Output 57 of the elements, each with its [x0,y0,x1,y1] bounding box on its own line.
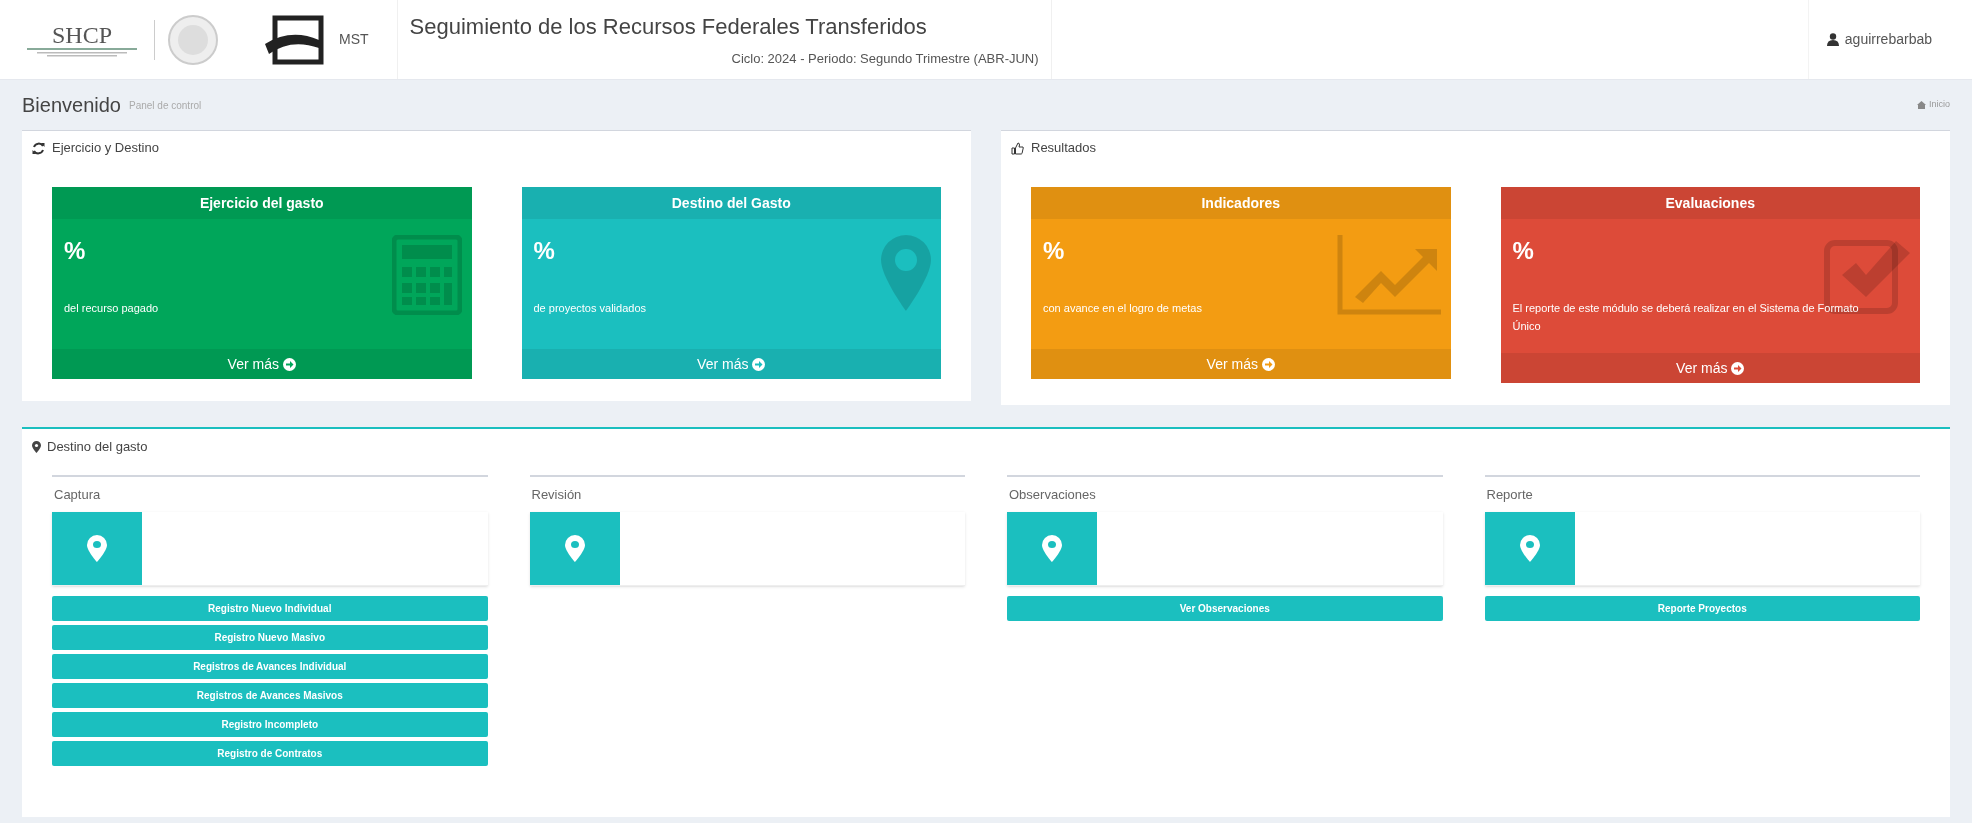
card-value: % [1043,236,1066,266]
home-icon [1917,101,1926,109]
card-value: % [1512,236,1535,266]
refresh-icon [32,141,45,155]
action-button[interactable]: Registros de Avances Masivos [52,683,488,708]
map-marker-icon [1519,535,1540,562]
card-header: Indicadores [1031,187,1451,219]
seal-icon [167,13,219,66]
column-title: Observaciones [1008,485,1097,504]
arrow-circle-icon [1731,361,1745,375]
brand-text: MST [339,30,369,49]
card-description: El reporte de este módulo se deberá realizar en el Sistema de Formato Único [1512,301,1860,334]
action-button[interactable]: Reporte Proyectos [1484,596,1920,621]
page-subtitle: Panel de control [128,98,202,113]
panel-title: Destino del gasto [47,438,148,456]
cycle-period-text: Ciclo: 2024 - Periodo: Segundo Trimestre (ABR-JUN) [731,50,1039,69]
arrow-circle-icon [1261,357,1275,371]
logo-stripe-icon [27,46,137,57]
user-icon [1826,33,1839,46]
card-description: de proyectos validados [533,301,647,316]
more-link[interactable]: Ver más [1031,349,1451,379]
app-title: Seguimiento de los Recursos Federales Transferidos [409,13,927,42]
card-value: % [64,236,87,266]
column-title: Captura [53,485,102,504]
breadcrumb-link[interactable]: Inicio [1917,98,1950,112]
map-marker-icon [564,535,585,562]
column-title: Revisión [530,485,583,504]
column-title: Reporte [1485,485,1534,504]
logo-text: SHCP [51,22,112,47]
card-description: del recurso pagado [64,301,160,316]
card-value: % [533,236,556,266]
calculator-icon [391,235,462,315]
card-header: Ejercicio del gasto [52,187,472,219]
card-description: con avance en el logro de metas [1043,301,1203,316]
action-button[interactable]: Registro Nuevo Masivo [52,625,488,650]
panel-title: Resultados [1031,139,1097,158]
user-menu-link[interactable]: aguirrebarbab [1826,29,1932,50]
line-chart-icon [1336,235,1441,315]
card-header: Destino del Gasto [521,187,941,219]
arrow-circle-icon [282,357,296,371]
map-marker-icon [881,235,931,311]
action-button[interactable]: Registro de Contratos [52,741,488,766]
action-button[interactable]: Ver Observaciones [1007,596,1443,621]
more-link[interactable]: Ver más [521,349,941,379]
more-link[interactable]: Ver más [1500,353,1920,383]
card-header: Evaluaciones [1500,187,1920,219]
page-title: Bienvenido [22,93,121,118]
map-marker-icon [1042,535,1062,562]
more-link[interactable]: Ver más [52,349,472,379]
panel-title: Ejercicio y Destino [52,139,159,158]
map-marker-icon [87,535,107,562]
thumbs-up-icon [1011,141,1024,155]
action-button[interactable]: Registro Incompleto [52,712,488,737]
map-marker-icon [32,440,41,453]
action-button[interactable]: Registro Nuevo Individual [52,596,488,621]
arrow-circle-icon [752,357,766,371]
action-button[interactable]: Registros de Avances Individual [52,654,488,679]
